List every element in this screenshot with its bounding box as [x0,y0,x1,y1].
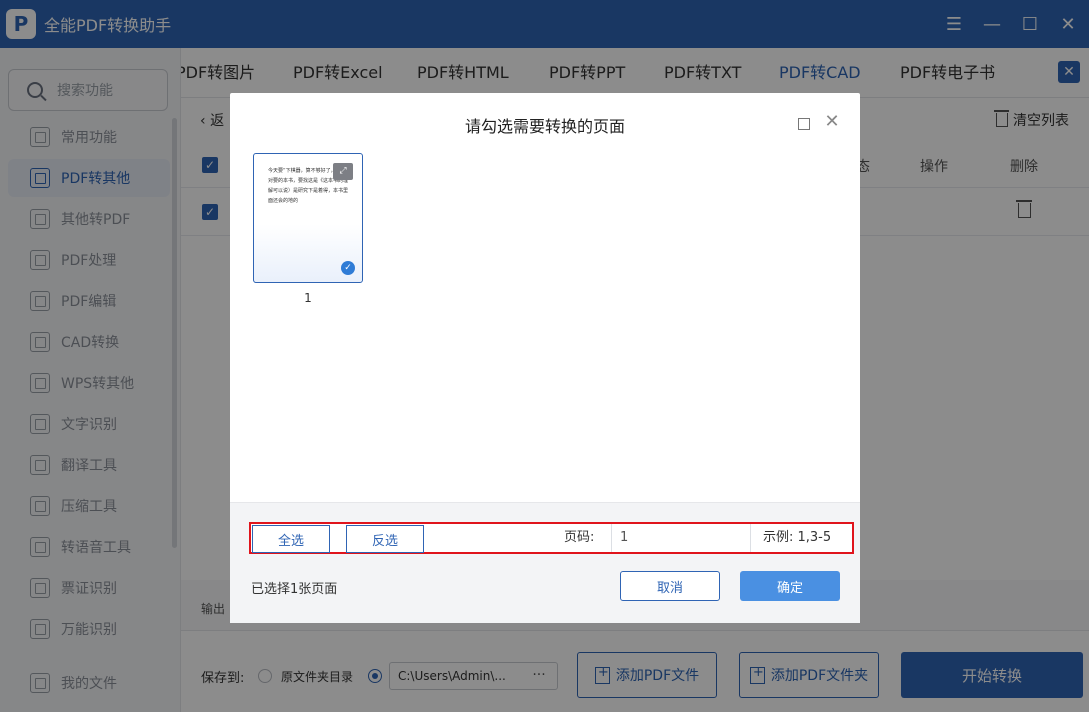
select-all-button[interactable]: 全选 [252,525,330,553]
close-dialog-icon[interactable]: ✕ [824,112,840,132]
page-selection-row: 全选 反选 页码: 1 示例: 1,3-5 [249,522,854,554]
selected-check-icon[interactable]: ✓ [341,261,355,275]
dialog-title: 请勾选需要转换的页面 [464,117,625,136]
page-example-hint: 示例: 1,3-5 [763,530,832,545]
page-thumbnail[interactable]: 今天要“下棋器，算不够好了，读读对要的本书，要找这是《这本书的理解可以说）是研究… [253,153,363,283]
page-number-label: 1 [304,291,312,305]
selected-count: 已选择1张页面 [251,582,338,597]
maximize-dialog-icon[interactable] [798,118,810,130]
confirm-button[interactable]: 确定 [740,571,840,601]
zoom-icon[interactable]: ⤢ [333,163,353,180]
page-number-input[interactable]: 1 [611,524,751,552]
cancel-button[interactable]: 取消 [620,571,720,601]
page-number-field-label: 页码: [564,530,595,545]
invert-selection-button[interactable]: 反选 [346,525,424,553]
page-select-dialog: 请勾选需要转换的页面 ✕ 今天要“下棋器，算不够好了，读读对要的本书，要找这是《… [230,93,860,623]
dialog-footer [230,502,860,623]
